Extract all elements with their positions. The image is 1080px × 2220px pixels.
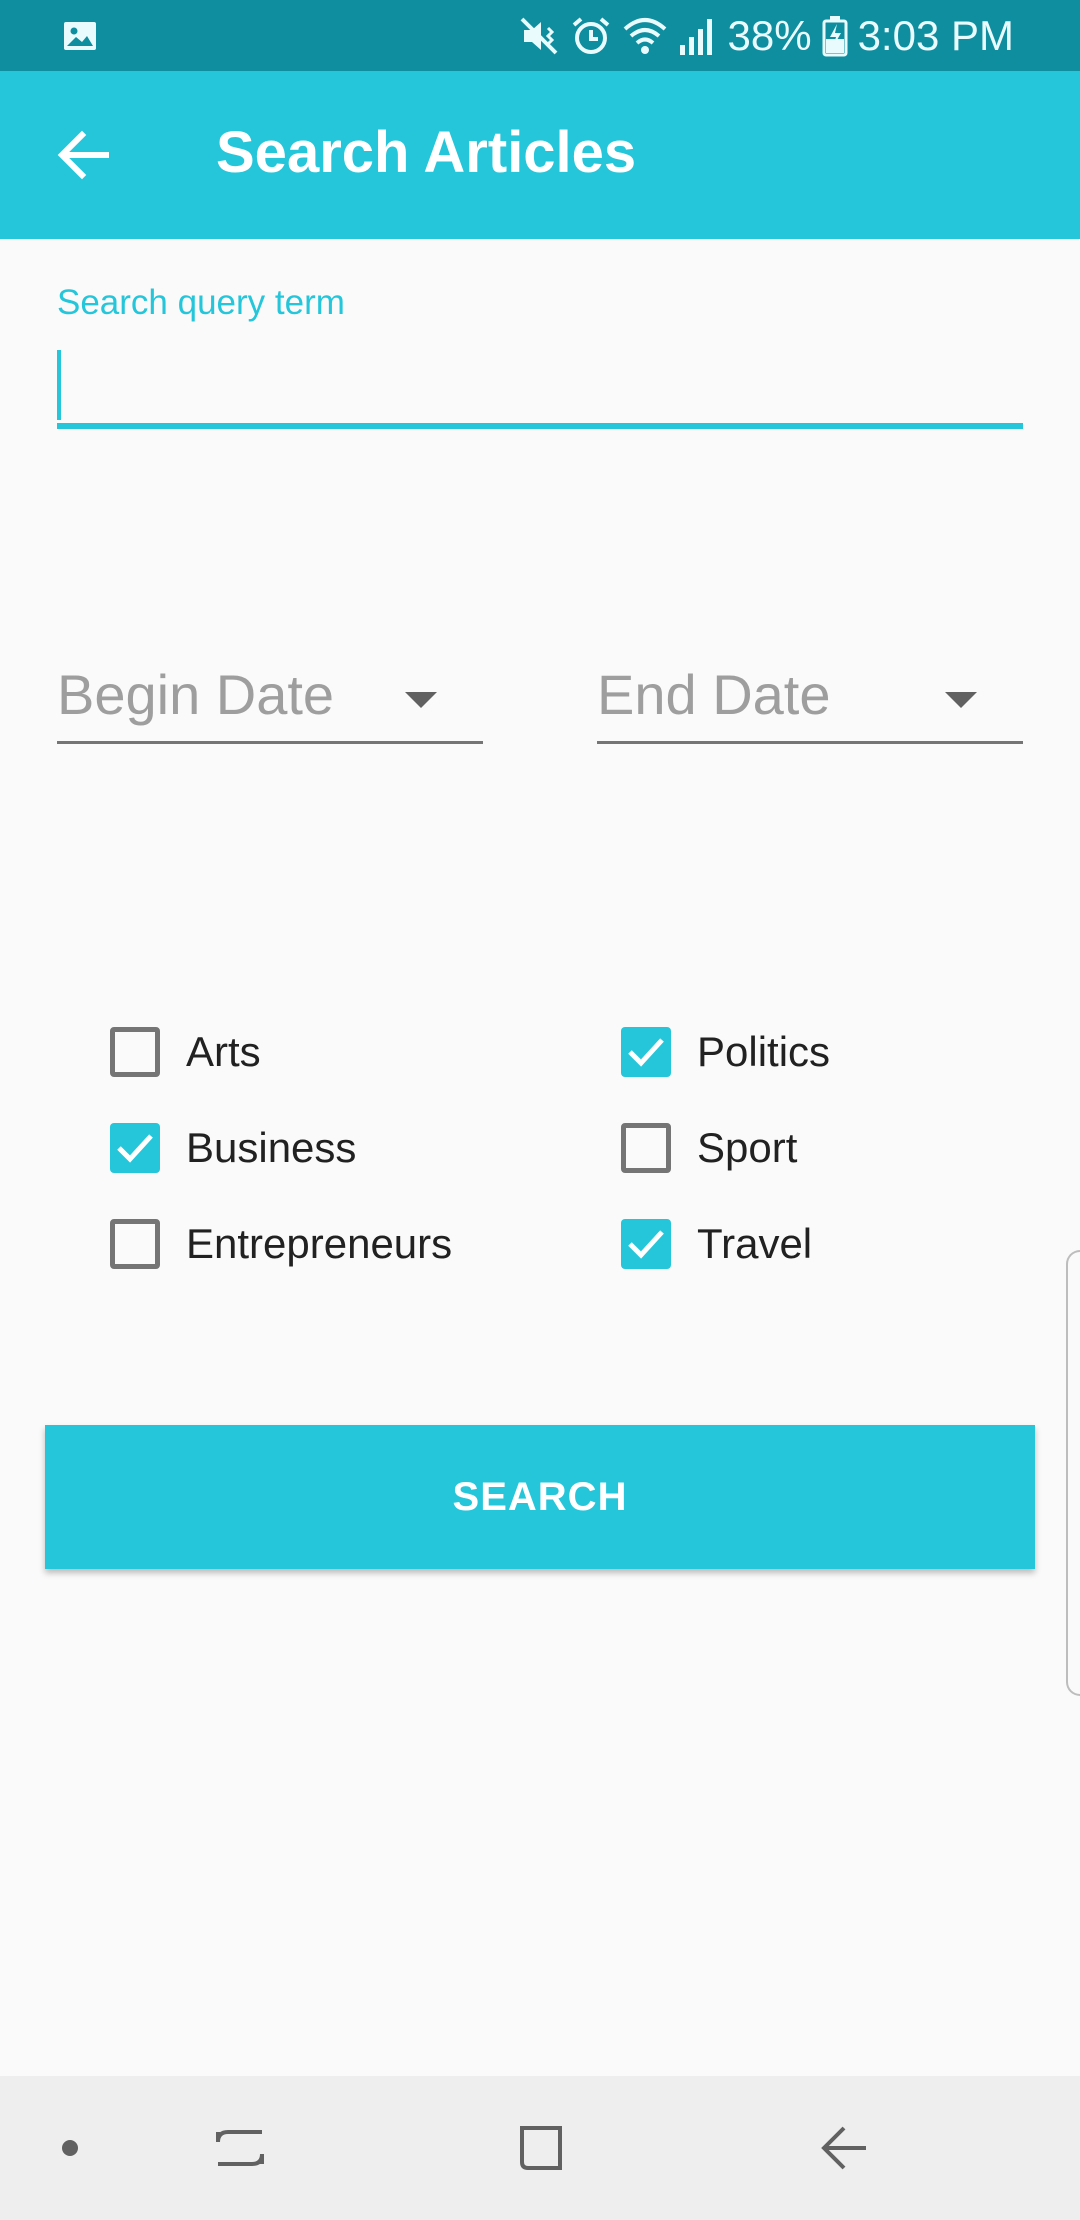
nav-dot-button[interactable] (30, 2076, 110, 2220)
signal-icon (679, 19, 712, 55)
checkbox-label: Politics (697, 1028, 831, 1075)
checkbox-unchecked-icon[interactable] (110, 1219, 160, 1269)
arrow-back-icon (57, 130, 109, 180)
begin-date-dropdown[interactable]: Begin Date (57, 660, 483, 744)
nav-recents-button[interactable] (180, 2076, 300, 2220)
search-button-label: SEARCH (452, 1474, 628, 1519)
battery-charging-icon (822, 16, 848, 57)
text-cursor (57, 350, 61, 420)
search-button[interactable]: SEARCH (45, 1425, 1035, 1569)
status-time: 3:03 PM (857, 12, 1014, 59)
app-bar: Search Articles (0, 71, 1080, 239)
dropdown-arrow-icon (945, 692, 977, 708)
checkbox-label: Entrepreneurs (186, 1220, 453, 1267)
search-input-underline (57, 423, 1023, 429)
search-input[interactable] (57, 338, 1023, 418)
navigation-bar (0, 2076, 1080, 2220)
checkbox-checked-icon[interactable] (110, 1123, 160, 1173)
edge-panel-handle[interactable] (1066, 1250, 1080, 1696)
checkbox-checked-icon[interactable] (621, 1219, 671, 1269)
checkbox-label: Arts (186, 1028, 261, 1075)
end-date-underline (597, 741, 1023, 744)
begin-date-label: Begin Date (57, 663, 335, 726)
page-title: Search Articles (216, 120, 637, 185)
checkbox-unchecked-icon[interactable] (110, 1027, 160, 1077)
checkbox-unchecked-icon[interactable] (621, 1123, 671, 1173)
end-date-dropdown[interactable]: End Date (597, 660, 1023, 744)
back-button[interactable] (56, 127, 112, 183)
dot-icon (62, 2140, 78, 2156)
nav-home-button[interactable] (480, 2076, 600, 2220)
mute-vibrate-icon (520, 17, 557, 55)
checkbox-business[interactable]: Business (110, 1118, 356, 1178)
home-icon (520, 2126, 562, 2170)
nav-back-button[interactable] (784, 2076, 904, 2220)
checkbox-checked-icon[interactable] (621, 1027, 671, 1077)
status-bar: 38% 3:03 PM (0, 0, 1080, 71)
checkbox-label: Sport (697, 1124, 798, 1171)
wifi-icon (623, 18, 666, 54)
gallery-icon (64, 22, 96, 50)
checkbox-arts[interactable]: Arts (110, 1022, 261, 1082)
begin-date-underline (57, 741, 483, 744)
search-input-label: Search query term (57, 283, 345, 322)
battery-percent: 38% (727, 12, 812, 59)
checkbox-label: Business (186, 1124, 357, 1171)
checkbox-sport[interactable]: Sport (621, 1118, 797, 1178)
checkbox-entrepreneurs[interactable]: Entrepreneurs (110, 1214, 452, 1274)
dropdown-arrow-icon (405, 692, 437, 708)
checkbox-travel[interactable]: Travel (621, 1214, 812, 1274)
checkbox-label: Travel (697, 1220, 813, 1267)
back-icon (821, 2126, 866, 2170)
end-date-label: End Date (597, 663, 831, 726)
search-field-container (57, 338, 1023, 429)
recents-icon (216, 2130, 264, 2166)
alarm-icon (572, 17, 609, 54)
checkbox-politics[interactable]: Politics (621, 1022, 830, 1082)
